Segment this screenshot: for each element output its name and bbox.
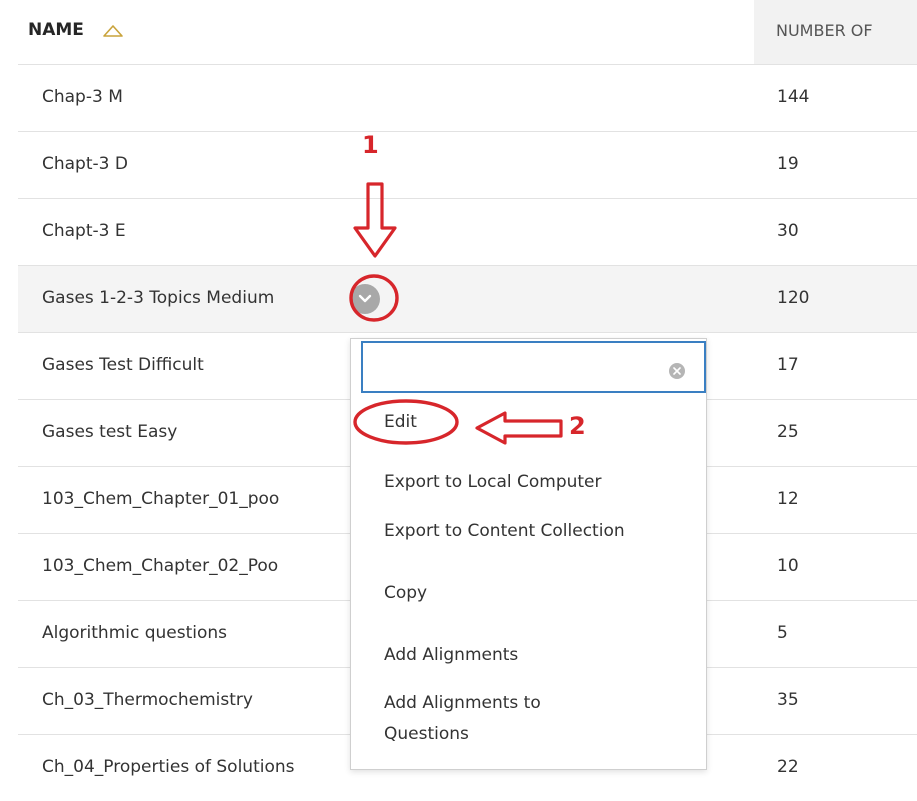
options-menu-button[interactable] <box>350 284 380 314</box>
menu-search-input[interactable] <box>361 341 706 393</box>
menu-item-export-content-collection[interactable]: Export to Content Collection <box>384 521 625 541</box>
close-icon <box>673 367 681 375</box>
name-header-label: NAME <box>28 20 84 40</box>
annotation-step-1: 1 <box>362 131 379 159</box>
question-count: 17 <box>777 355 799 375</box>
pool-name[interactable]: Chapt-3 E <box>42 221 126 241</box>
menu-item-add-alignments-to-questions[interactable]: Add Alignments to <box>384 693 541 713</box>
pool-name[interactable]: 103_Chem_Chapter_01_poo <box>42 489 279 509</box>
annotation-step-2: 2 <box>569 412 586 440</box>
question-count: 5 <box>777 623 788 643</box>
pool-name[interactable]: Gases Test Difficult <box>42 355 204 375</box>
menu-item-add-alignments-to-questions-line2[interactable]: Questions <box>384 724 469 744</box>
pool-name[interactable]: Gases 1-2-3 Topics Medium <box>42 288 274 308</box>
table-row[interactable]: Chapt-3 D 19 <box>18 131 917 198</box>
question-count: 35 <box>777 690 799 710</box>
pool-name[interactable]: Ch_04_Properties of Solutions <box>42 757 295 777</box>
pool-name[interactable]: 103_Chem_Chapter_02_Poo <box>42 556 278 576</box>
clear-search-icon[interactable] <box>669 363 685 379</box>
table-row-selected[interactable]: Gases 1-2-3 Topics Medium 120 <box>18 265 917 332</box>
question-count: 144 <box>777 87 810 107</box>
pool-name[interactable]: Chap-3 M <box>42 87 123 107</box>
question-count: 22 <box>777 757 799 777</box>
question-count: 12 <box>777 489 799 509</box>
number-column-header[interactable]: NUMBER OF <box>754 0 917 64</box>
pool-name[interactable]: Gases test Easy <box>42 422 177 442</box>
table-row[interactable]: Chapt-3 E 30 <box>18 198 917 265</box>
sort-ascending-icon[interactable] <box>102 24 124 38</box>
pool-name[interactable]: Ch_03_Thermochemistry <box>42 690 253 710</box>
name-column-header[interactable]: NAME <box>18 0 754 64</box>
menu-item-export-local[interactable]: Export to Local Computer <box>384 472 602 492</box>
question-count: 10 <box>777 556 799 576</box>
table-header: NAME NUMBER OF <box>18 0 917 64</box>
pool-name[interactable]: Chapt-3 D <box>42 154 128 174</box>
menu-item-copy[interactable]: Copy <box>384 583 427 603</box>
question-count: 25 <box>777 422 799 442</box>
question-count: 30 <box>777 221 799 241</box>
pool-options-menu: Edit Export to Local Computer Export to … <box>350 338 707 770</box>
pool-name[interactable]: Algorithmic questions <box>42 623 227 643</box>
number-header-label: NUMBER OF <box>776 21 873 40</box>
question-count: 19 <box>777 154 799 174</box>
table-row[interactable]: Chap-3 M 144 <box>18 64 917 131</box>
question-count: 120 <box>777 288 810 308</box>
menu-item-edit[interactable]: Edit <box>384 412 417 432</box>
chevron-down-icon <box>358 294 372 303</box>
menu-item-add-alignments[interactable]: Add Alignments <box>384 645 518 665</box>
